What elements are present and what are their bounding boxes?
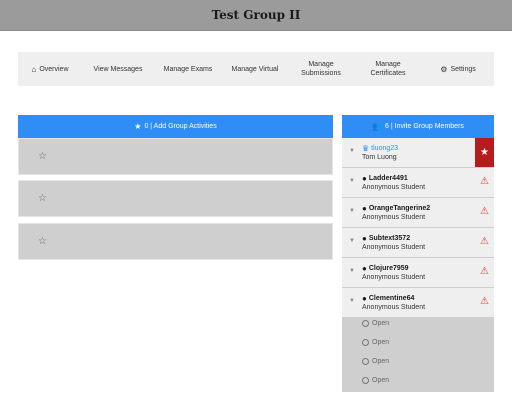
star-outline-icon[interactable]: ☆	[38, 151, 47, 162]
group-nav: ⌂ Overview View Messages Manage Exams Ma…	[18, 52, 494, 86]
member-name: Anonymous Student	[362, 274, 426, 281]
nav-manage-virtual[interactable]: Manage Virtual	[222, 52, 288, 86]
nav-settings[interactable]: ⚙ Settings	[422, 52, 494, 86]
star-outline-icon[interactable]: ☆	[38, 193, 47, 204]
open-slot-label: Open	[372, 320, 390, 327]
member-name: Anonymous Student	[362, 304, 426, 311]
add-group-activities-label: 0 | Add Group Activities	[144, 123, 217, 130]
warning-icon[interactable]: ⚠	[480, 236, 489, 247]
owner-star-icon[interactable]: ★	[475, 138, 494, 167]
crown-icon: ♛	[362, 144, 370, 153]
member-username: ♛ tluong23	[362, 144, 398, 153]
member-name: Anonymous Student	[362, 214, 426, 221]
empty-circle-icon	[362, 339, 369, 346]
member-name: Tom Luong	[362, 154, 397, 161]
nav-overview[interactable]: ⌂ Overview	[18, 52, 82, 86]
user-circle-icon: ●	[362, 204, 367, 213]
page-header: Test Group II	[0, 0, 512, 31]
open-slot[interactable]: Open	[362, 320, 389, 327]
member-row[interactable]: ▼ ● Clementine64 Anonymous Student ⚠	[342, 288, 494, 317]
empty-circle-icon	[362, 320, 369, 327]
user-circle-icon: ●	[362, 174, 367, 183]
invite-group-members-button[interactable]: 👥 6 | Invite Group Members	[342, 115, 494, 138]
chevron-down-icon[interactable]: ▼	[349, 178, 355, 184]
nav-manage-virtual-label: Manage Virtual	[231, 65, 279, 73]
nav-view-messages-label: View Messages	[93, 65, 143, 73]
warning-icon[interactable]: ⚠	[480, 176, 489, 187]
member-username: ● Ladder4491	[362, 174, 408, 183]
empty-circle-icon	[362, 377, 369, 384]
member-username: ● Clementine64	[362, 294, 414, 303]
member-name: Anonymous Student	[362, 184, 426, 191]
nav-manage-certificates[interactable]: Manage Certificates	[354, 52, 422, 86]
nav-view-messages[interactable]: View Messages	[82, 52, 154, 86]
warning-icon[interactable]: ⚠	[480, 206, 489, 217]
member-username-text: OrangeTangerine2	[368, 205, 431, 212]
warning-icon[interactable]: ⚠	[480, 296, 489, 307]
user-circle-icon: ●	[362, 294, 367, 303]
member-name: Anonymous Student	[362, 244, 426, 251]
activity-slot[interactable]: ☆	[18, 180, 333, 217]
nav-manage-submissions[interactable]: Manage Submissions	[288, 52, 354, 86]
nav-manage-certificates-label: Manage Certificates	[370, 61, 406, 77]
nav-settings-label: Settings	[450, 65, 476, 73]
star-icon: ★	[134, 122, 142, 131]
activity-slot[interactable]: ☆	[18, 223, 333, 260]
nav-manage-exams[interactable]: Manage Exams	[154, 52, 222, 86]
chevron-down-icon[interactable]: ▼	[349, 148, 355, 154]
member-row[interactable]: ▼ ♛ tluong23 Tom Luong ★	[342, 138, 494, 167]
chevron-down-icon[interactable]: ▼	[349, 298, 355, 304]
nav-manage-submissions-label: Manage Submissions	[301, 61, 341, 77]
open-slot[interactable]: Open	[362, 358, 389, 365]
nav-manage-exams-label: Manage Exams	[163, 65, 213, 73]
chevron-down-icon[interactable]: ▼	[349, 208, 355, 214]
members-list: ▼ ♛ tluong23 Tom Luong ★ ▼ ● Ladder4491 …	[342, 138, 494, 392]
user-circle-icon: ●	[362, 234, 367, 243]
page-title: Test Group II	[211, 8, 301, 22]
open-slot-label: Open	[372, 358, 390, 365]
activity-slot[interactable]: ☆	[18, 138, 333, 175]
member-row[interactable]: ▼ ● OrangeTangerine2 Anonymous Student ⚠	[342, 198, 494, 227]
warning-icon[interactable]: ⚠	[480, 266, 489, 277]
member-row[interactable]: ▼ ● Ladder4491 Anonymous Student ⚠	[342, 168, 494, 197]
open-slot[interactable]: Open	[362, 377, 389, 384]
star-outline-icon[interactable]: ☆	[38, 236, 47, 247]
member-username: ● Clojure7959	[362, 264, 409, 273]
invite-group-members-label: 6 | Invite Group Members	[385, 123, 464, 130]
gear-icon: ⚙	[440, 64, 448, 74]
member-username-text: Clojure7959	[368, 265, 409, 272]
chevron-down-icon[interactable]: ▼	[349, 238, 355, 244]
member-username-text: Ladder4491	[368, 175, 408, 182]
add-group-activities-button[interactable]: ★ 0 | Add Group Activities	[18, 115, 333, 138]
member-username: ● OrangeTangerine2	[362, 204, 430, 213]
member-username-text: Subtext3572	[368, 235, 411, 242]
user-circle-icon: ●	[362, 264, 367, 273]
empty-circle-icon	[362, 358, 369, 365]
nav-overview-label: Overview	[39, 65, 69, 73]
member-username-text: tluong23	[371, 145, 399, 152]
member-row[interactable]: ▼ ● Subtext3572 Anonymous Student ⚠	[342, 228, 494, 257]
member-row[interactable]: ▼ ● Clojure7959 Anonymous Student ⚠	[342, 258, 494, 287]
users-icon: 👥	[372, 122, 383, 131]
open-slot[interactable]: Open	[362, 339, 389, 346]
open-slot-label: Open	[372, 339, 390, 346]
member-username-text: Clementine64	[368, 295, 415, 302]
home-icon: ⌂	[31, 64, 37, 74]
chevron-down-icon[interactable]: ▼	[349, 268, 355, 274]
member-username: ● Subtext3572	[362, 234, 410, 243]
open-slot-label: Open	[372, 377, 390, 384]
